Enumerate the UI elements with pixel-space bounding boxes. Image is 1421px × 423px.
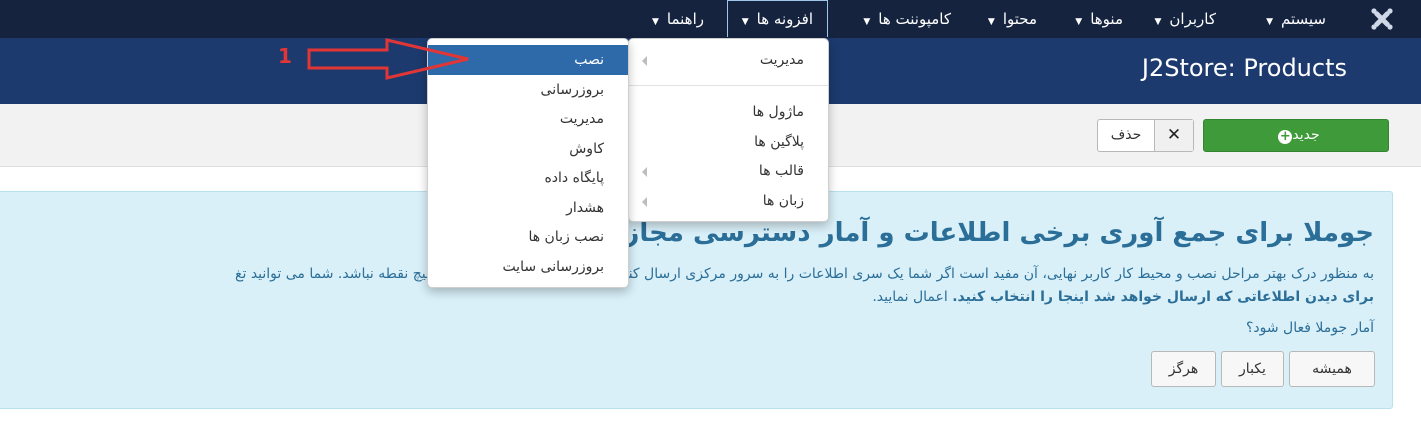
submenu-update-label: بروزرسانی <box>540 82 604 98</box>
page-title: J2Store: Products <box>1141 54 1347 82</box>
delete-button-label: حذف <box>1110 127 1142 143</box>
never-button[interactable]: هرگز <box>1151 351 1216 387</box>
extensions-menu-templates[interactable]: قالب ها <box>629 156 828 186</box>
nav-components[interactable]: کامپوننت ها ▼ <box>863 0 951 38</box>
joomla-logo-icon[interactable] <box>1369 6 1395 32</box>
submenu-database[interactable]: پایگاه داده <box>428 163 628 193</box>
menu-divider <box>629 85 828 86</box>
annotation-arrow-icon <box>307 38 469 80</box>
nav-help[interactable]: راهنما ▼ <box>652 0 704 38</box>
extensions-menu-plugins-label: پلاگین ها <box>754 134 804 150</box>
nav-components-label: کامپوننت ها <box>878 10 951 28</box>
once-button[interactable]: یکبار <box>1221 351 1284 387</box>
nav-users-label: کاربران <box>1169 10 1216 28</box>
nav-extensions-label: افزونه ها <box>756 10 813 28</box>
caret-down-icon: ▼ <box>1075 17 1083 27</box>
submenu-install-label: نصب <box>574 52 604 68</box>
stats-message-text: به منظور درک بهتر مراحل نصب و محیط کار ک… <box>235 266 1374 282</box>
nav-menus[interactable]: منوها ▼ <box>1075 0 1123 38</box>
delete-button[interactable]: حذف ✕ <box>1097 119 1194 152</box>
extensions-menu-plugins[interactable]: پلاگین ها <box>629 127 828 157</box>
submenu-manage-label: مدیریت <box>559 111 604 127</box>
submenu-database-label: پایگاه داده <box>544 170 604 186</box>
caret-down-icon: ▼ <box>1154 17 1162 27</box>
extensions-menu-modules-label: ماژول ها <box>752 104 804 120</box>
caret-down-icon: ▼ <box>741 17 749 27</box>
nav-users[interactable]: کاربران ▼ <box>1154 0 1216 38</box>
submenu-install-languages[interactable]: نصب زبان ها <box>428 222 628 252</box>
extensions-menu-languages-label: زبان ها <box>762 193 804 209</box>
always-button[interactable]: همیشه <box>1289 351 1375 387</box>
submenu-site-update[interactable]: بروزرسانی سایت <box>428 252 628 282</box>
stats-message-text-3: اعمال نمایید. <box>872 289 948 305</box>
submenu-arrow-icon <box>642 56 647 66</box>
nav-system-label: سیستم <box>1281 10 1326 28</box>
close-icon: ✕ <box>1154 120 1193 151</box>
submenu-warnings[interactable]: هشدار <box>428 193 628 223</box>
submenu-arrow-icon <box>642 167 647 177</box>
nav-menus-label: منوها <box>1090 10 1123 28</box>
nav-extensions[interactable]: افزونه ها ▼ <box>726 0 828 37</box>
stats-question: آمار جوملا فعال شود؟ <box>1245 320 1374 336</box>
new-button[interactable]: جدید+ <box>1203 119 1389 152</box>
nav-content[interactable]: محتوا ▼ <box>988 0 1037 38</box>
submenu-arrow-icon <box>642 197 647 207</box>
stats-details-link[interactable]: برای دیدن اطلاعاتی که ارسال خواهد شد این… <box>952 289 1374 305</box>
submenu-discover-label: کاوش <box>569 141 604 157</box>
submenu-manage[interactable]: مدیریت <box>428 104 628 134</box>
extensions-dropdown: مدیریت ماژول ها پلاگین ها قالب ها زبان ه… <box>628 38 829 222</box>
stats-message-title: جوملا برای جمع آوری برخی اطلاعات و آمار … <box>624 218 1374 248</box>
submenu-discover[interactable]: کاوش <box>428 134 628 164</box>
extensions-menu-manage-label: مدیریت <box>759 52 804 68</box>
caret-down-icon: ▼ <box>651 17 659 27</box>
nav-system[interactable]: سیستم ▼ <box>1266 0 1326 38</box>
submenu-site-update-label: بروزرسانی سایت <box>502 259 604 275</box>
plus-icon: + <box>1278 129 1293 144</box>
annotation-number: 1 <box>278 44 292 68</box>
caret-down-icon: ▼ <box>1266 17 1273 27</box>
submenu-install-languages-label: نصب زبان ها <box>528 229 604 245</box>
nav-help-label: راهنما <box>666 10 704 28</box>
new-button-label: جدید <box>1292 127 1320 143</box>
extensions-menu-languages[interactable]: زبان ها <box>629 186 828 216</box>
stats-message-text-2: برای دیدن اطلاعاتی که ارسال خواهد شد این… <box>872 289 1374 305</box>
extensions-menu-manage[interactable]: مدیریت <box>629 45 828 75</box>
extensions-menu-modules[interactable]: ماژول ها <box>629 97 828 127</box>
nav-content-label: محتوا <box>1002 10 1037 28</box>
caret-down-icon: ▼ <box>987 17 995 27</box>
submenu-warnings-label: هشدار <box>566 200 604 216</box>
caret-down-icon: ▼ <box>863 17 871 27</box>
extensions-menu-templates-label: قالب ها <box>758 163 804 179</box>
